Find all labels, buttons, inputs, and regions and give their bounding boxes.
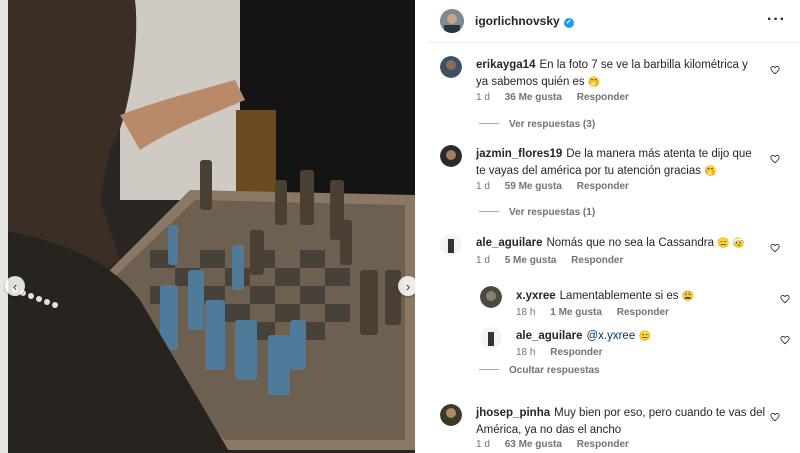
comment-username[interactable]: jhosep_pinha bbox=[476, 407, 550, 419]
reply-likes[interactable]: 1 Me gusta bbox=[550, 307, 602, 318]
commenter-avatar[interactable] bbox=[440, 404, 462, 426]
comment-item: ale_aguilare Nomás que no sea la Cassandr… bbox=[440, 234, 790, 384]
comment-item: erikayga14 En la foto 7 se ve la barbilla… bbox=[440, 56, 790, 136]
reply-button[interactable]: Responder bbox=[577, 181, 629, 192]
heart-icon[interactable] bbox=[770, 65, 780, 75]
reply-emoji: 😑 bbox=[638, 331, 651, 342]
chevron-right-icon[interactable]: › bbox=[398, 276, 415, 296]
reply-button[interactable]: Responder bbox=[577, 439, 629, 450]
divider-line bbox=[479, 211, 499, 212]
comment-meta: 1 d 59 Me gusta Responder bbox=[476, 181, 641, 192]
comment-meta: 1 d 63 Me gusta Responder bbox=[476, 439, 641, 450]
replier-avatar[interactable] bbox=[480, 286, 502, 308]
comment-username[interactable]: jazmin_flores19 bbox=[476, 148, 562, 160]
hide-replies-label: Ocultar respuestas bbox=[509, 365, 600, 376]
reply-button[interactable]: Responder bbox=[577, 92, 629, 103]
heart-icon[interactable] bbox=[770, 243, 780, 253]
reply-button[interactable]: Responder bbox=[617, 307, 669, 318]
comment-text: Nomás que no sea la Cassandra bbox=[546, 237, 714, 249]
reply-button[interactable]: Responder bbox=[571, 255, 623, 266]
view-replies-button[interactable]: Ver respuestas (1) bbox=[479, 207, 595, 218]
comment-body: jhosep_pinha Muy bien por eso, pero cuand… bbox=[476, 405, 766, 439]
comment-body: erikayga14 En la foto 7 se ve la barbilla… bbox=[476, 57, 751, 91]
reply-time[interactable]: 18 h bbox=[516, 307, 535, 318]
reply-mention[interactable]: @x.yxree bbox=[586, 330, 635, 342]
verified-badge-icon: ✓ bbox=[563, 18, 574, 28]
reply-item: ale_aguilare @x.yxree 😑 18 h Responder bbox=[480, 327, 790, 363]
comment-likes[interactable]: 5 Me gusta bbox=[505, 255, 557, 266]
heart-icon[interactable] bbox=[780, 294, 790, 304]
heart-icon[interactable] bbox=[780, 335, 790, 345]
reply-body: ale_aguilare @x.yxree 😑 bbox=[516, 328, 746, 345]
divider-line bbox=[479, 369, 499, 370]
author-username[interactable]: igorlichnovsky bbox=[475, 14, 560, 28]
reply-emoji: 😩 bbox=[681, 291, 695, 302]
reply-meta: 18 h Responder bbox=[516, 347, 614, 358]
comment-body: ale_aguilare Nomás que no sea la Cassandr… bbox=[476, 235, 761, 252]
reply-username[interactable]: x.yxree bbox=[516, 290, 556, 302]
heart-icon[interactable] bbox=[770, 154, 780, 164]
comment-likes[interactable]: 36 Me gusta bbox=[505, 92, 562, 103]
chess-photo bbox=[0, 0, 415, 453]
view-replies-button[interactable]: Ver respuestas (3) bbox=[479, 119, 595, 130]
reply-button[interactable]: Responder bbox=[550, 347, 602, 358]
comment-likes[interactable]: 63 Me gusta bbox=[505, 439, 562, 450]
divider-line bbox=[479, 123, 499, 124]
comment-emoji: 🤭 bbox=[704, 166, 717, 177]
comment-emoji: 🤭 bbox=[587, 77, 601, 88]
comment-time[interactable]: 1 d bbox=[476, 439, 490, 450]
comment-meta: 1 d 5 Me gusta Responder bbox=[476, 255, 635, 266]
heart-icon[interactable] bbox=[770, 412, 780, 422]
comment-time[interactable]: 1 d bbox=[476, 181, 490, 192]
comment-meta: 1 d 36 Me gusta Responder bbox=[476, 92, 641, 103]
commenter-avatar[interactable] bbox=[440, 56, 462, 78]
comment-emoji: 😑 🤕 bbox=[717, 238, 745, 249]
replier-avatar[interactable] bbox=[480, 327, 502, 349]
comment-time[interactable]: 1 d bbox=[476, 92, 490, 103]
comment-username[interactable]: ale_aguilare bbox=[476, 237, 542, 249]
post-header: igorlichnovsky ✓ ··· bbox=[428, 0, 800, 43]
commenter-avatar[interactable] bbox=[440, 145, 462, 167]
hide-replies-button[interactable]: Ocultar respuestas bbox=[479, 365, 600, 376]
comments-panel: igorlichnovsky ✓ ··· erikayga14 En la foto… bbox=[428, 0, 800, 453]
more-horizontal-icon[interactable]: ··· bbox=[767, 11, 786, 29]
author-username-row[interactable]: igorlichnovsky ✓ bbox=[475, 14, 574, 28]
reply-time[interactable]: 18 h bbox=[516, 347, 535, 358]
post-photo[interactable]: ‹ › bbox=[0, 0, 415, 453]
reply-meta: 18 h 1 Me gusta Responder bbox=[516, 307, 681, 318]
commenter-avatar[interactable] bbox=[440, 234, 462, 256]
reply-text: Lamentablemente si es bbox=[559, 290, 679, 302]
comment-time[interactable]: 1 d bbox=[476, 255, 490, 266]
view-replies-label: Ver respuestas (1) bbox=[509, 207, 596, 218]
author-avatar[interactable] bbox=[440, 9, 464, 33]
comment-body: jazmin_flores19 De la manera más atenta t… bbox=[476, 146, 761, 180]
reply-body: x.yxree Lamentablemente si es 😩 bbox=[516, 288, 746, 305]
reply-item: x.yxree Lamentablemente si es 😩 18 h 1 Me… bbox=[480, 286, 790, 322]
comment-likes[interactable]: 59 Me gusta bbox=[505, 181, 562, 192]
reply-username[interactable]: ale_aguilare bbox=[516, 330, 582, 342]
comment-item: jhosep_pinha Muy bien por eso, pero cuand… bbox=[440, 404, 790, 453]
chevron-left-icon[interactable]: ‹ bbox=[5, 276, 25, 296]
comment-item: jazmin_flores19 De la manera más atenta t… bbox=[440, 145, 790, 225]
comment-username[interactable]: erikayga14 bbox=[476, 59, 535, 71]
view-replies-label: Ver respuestas (3) bbox=[509, 119, 596, 130]
